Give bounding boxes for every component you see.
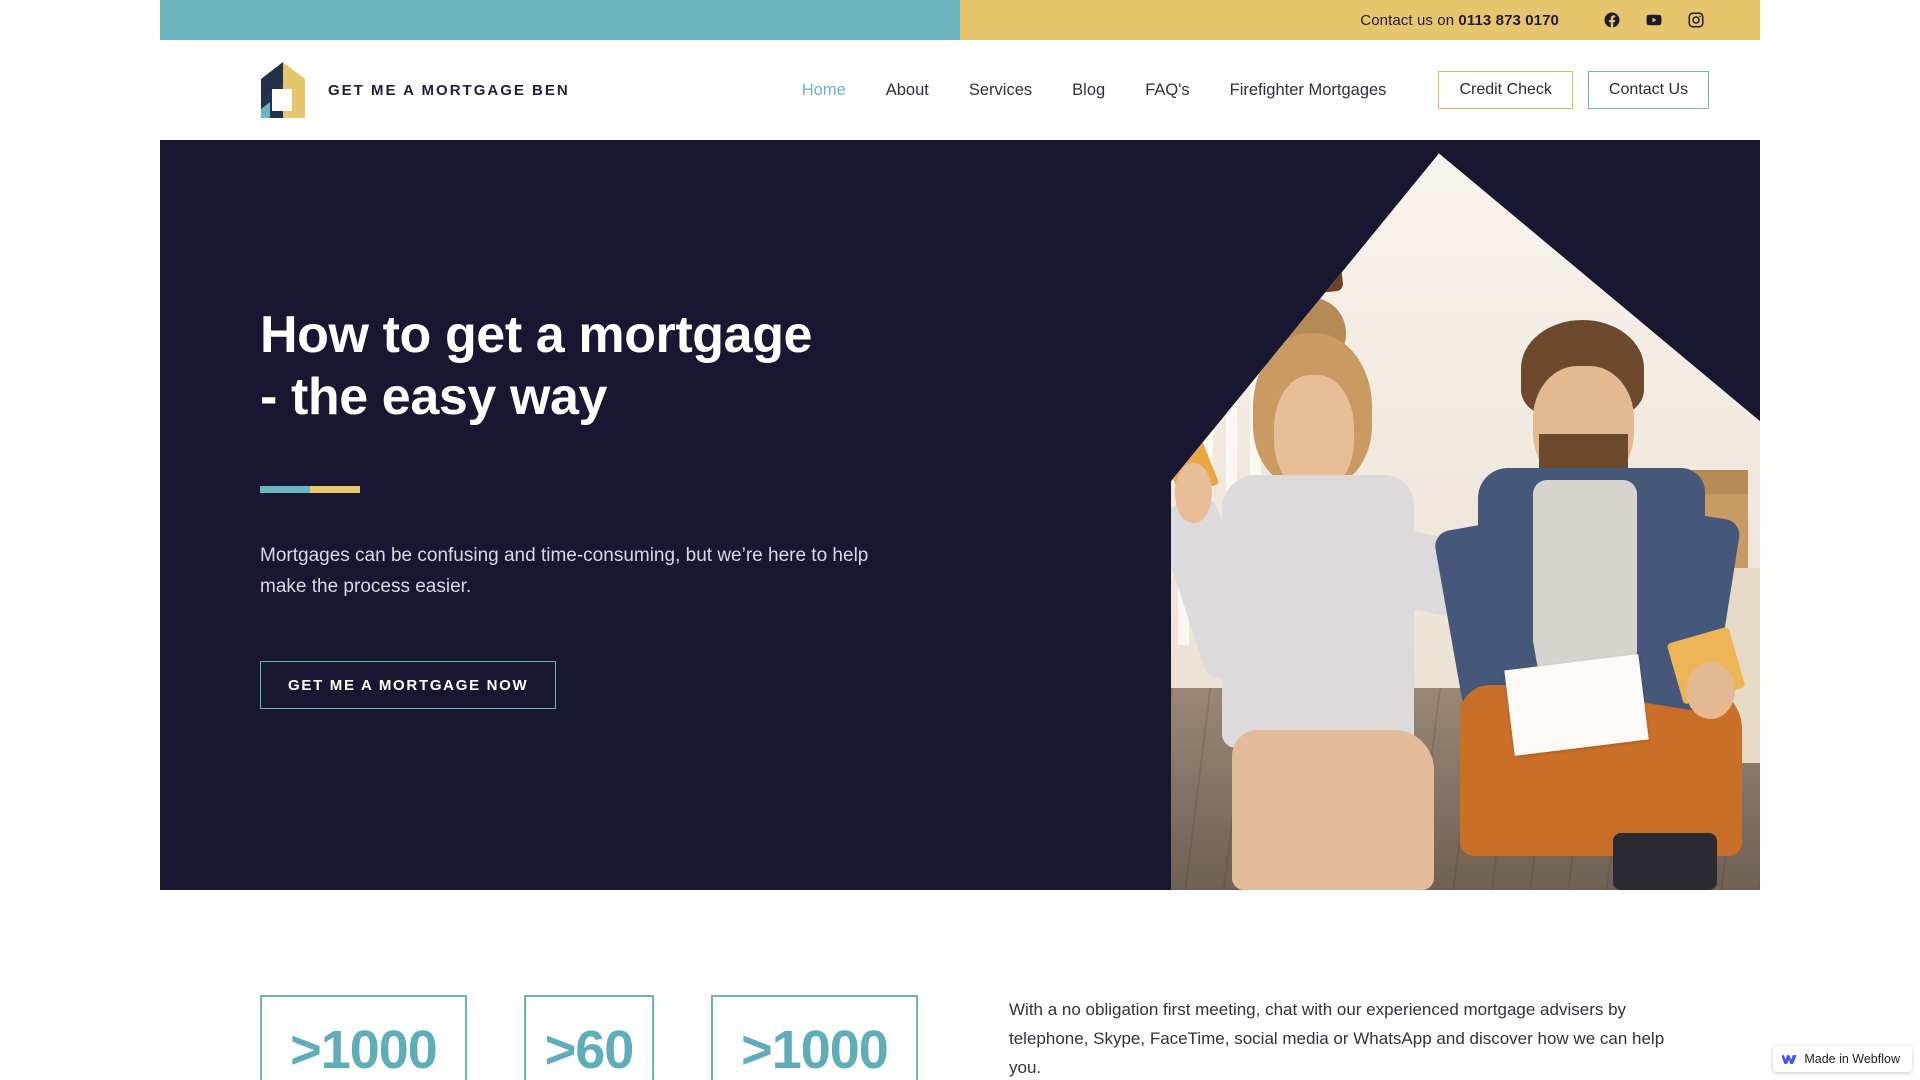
man-shoe	[1612, 833, 1718, 890]
hero-section: How to get a mortgage - the easy way Mor…	[160, 140, 1760, 890]
contact-us-button[interactable]: Contact Us	[1587, 71, 1710, 109]
nav-link-home[interactable]: Home	[782, 81, 866, 100]
brand-logo-link[interactable]: GET ME A MORTGAGE BEN	[258, 59, 570, 121]
top-bar-left-block	[160, 0, 960, 40]
lower-copy: With a no obligation first meeting, chat…	[1009, 995, 1679, 1080]
nav-link-services[interactable]: Services	[949, 81, 1052, 100]
nav-link-about[interactable]: About	[866, 81, 949, 100]
brand-name-label: GET ME A MORTGAGE BEN	[328, 81, 570, 99]
stat-value-3: >1000	[741, 1020, 889, 1080]
hero-image	[1171, 153, 1760, 891]
stat-value-1: >1000	[290, 1020, 438, 1080]
hero-divider-teal	[260, 485, 310, 493]
nav-link-faqs[interactable]: FAQ's	[1125, 81, 1209, 100]
stat-box-2: >60	[524, 995, 654, 1080]
hero-image-canvas	[1171, 153, 1760, 891]
chair-top-rail	[1171, 249, 1344, 311]
webflow-badge-label: Made in Webflow	[1804, 1052, 1900, 1066]
webflow-logo-icon	[1782, 1054, 1798, 1064]
hero-heading-line-2: - the easy way	[260, 367, 608, 426]
credit-check-button[interactable]: Credit Check	[1438, 71, 1573, 109]
woman-left-hand	[1175, 463, 1212, 523]
hero-divider-gold	[310, 485, 360, 493]
top-bar: Contact us on 0113 873 0170	[160, 0, 1760, 40]
contact-phone-number[interactable]: 0113 873 0170	[1458, 12, 1559, 29]
lower-paragraph: With a no obligation first meeting, chat…	[1009, 1000, 1665, 1078]
hero-divider	[260, 485, 360, 493]
made-in-webflow-badge[interactable]: Made in Webflow	[1773, 1046, 1912, 1072]
nav-links: Home About Services Blog FAQ's Firefight…	[782, 81, 1407, 100]
youtube-link[interactable]	[1645, 11, 1663, 29]
scene-paperwork	[1504, 654, 1649, 756]
stat-value-2: >60	[544, 1020, 635, 1080]
stats-row: >1000 >60 >1000	[260, 995, 918, 1080]
nav-link-firefighter-mortgages[interactable]: Firefighter Mortgages	[1210, 81, 1407, 100]
instagram-link[interactable]	[1687, 11, 1705, 29]
stat-box-3: >1000	[711, 995, 918, 1080]
instagram-icon	[1688, 12, 1704, 28]
nav-link-blog[interactable]: Blog	[1052, 81, 1125, 100]
get-me-a-mortgage-now-button[interactable]: GET ME A MORTGAGE NOW	[260, 661, 557, 710]
scene-person-man	[1432, 320, 1760, 890]
woman-legs	[1232, 730, 1435, 890]
youtube-icon	[1646, 14, 1662, 26]
page-root: Contact us on 0113 873 0170 GET ME A MOR…	[0, 0, 1920, 1080]
house-logo-icon	[261, 62, 305, 118]
contact-phone-text: Contact us on 0113 873 0170	[1360, 12, 1559, 29]
main-navbar: GET ME A MORTGAGE BEN Home About Service…	[160, 40, 1760, 140]
contact-prefix-label: Contact us on	[1360, 11, 1455, 29]
facebook-link[interactable]	[1603, 11, 1621, 29]
hero-copy: How to get a mortgage - the easy way Mor…	[260, 305, 940, 710]
top-bar-right-block: Contact us on 0113 873 0170	[960, 0, 1760, 40]
scene-person-woman	[1171, 297, 1520, 891]
social-links	[1603, 11, 1705, 29]
nav-buttons: Credit Check Contact Us	[1438, 71, 1710, 109]
hero-heading-line-1: How to get a mortgage	[260, 306, 813, 364]
stat-box-1: >1000	[260, 995, 467, 1080]
facebook-icon	[1604, 12, 1620, 28]
hero-paragraph: Mortgages can be confusing and time-cons…	[260, 544, 869, 597]
hero-heading: How to get a mortgage - the easy way	[260, 305, 940, 429]
